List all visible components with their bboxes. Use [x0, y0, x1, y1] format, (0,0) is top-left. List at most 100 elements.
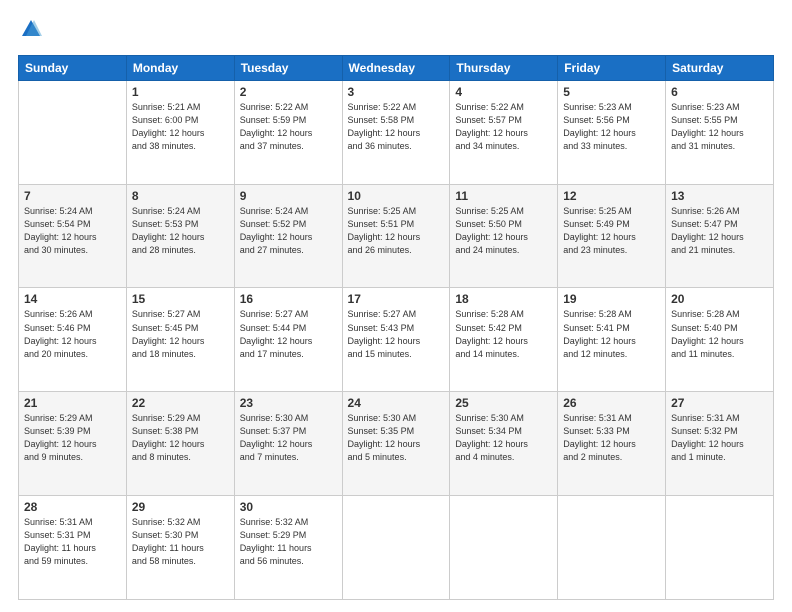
day-number: 20 [671, 292, 768, 306]
day-info: Sunrise: 5:27 AM Sunset: 5:44 PM Dayligh… [240, 308, 337, 360]
day-number: 6 [671, 85, 768, 99]
day-info: Sunrise: 5:28 AM Sunset: 5:42 PM Dayligh… [455, 308, 552, 360]
day-number: 25 [455, 396, 552, 410]
day-number: 5 [563, 85, 660, 99]
day-number: 9 [240, 189, 337, 203]
day-cell: 30 Sunrise: 5:32 AM Sunset: 5:29 PM Dayli… [234, 496, 342, 600]
day-cell: 6 Sunrise: 5:23 AM Sunset: 5:55 PM Daylig… [666, 80, 774, 184]
day-cell: 8Sunrise: 5:24 AM Sunset: 5:53 PM Daylig… [126, 184, 234, 288]
day-info: Sunrise: 5:30 AM Sunset: 5:35 PM Dayligh… [348, 412, 445, 464]
day-info: Sunrise: 5:23 AM Sunset: 5:55 PM Dayligh… [671, 101, 768, 153]
week-row-3: 21Sunrise: 5:29 AM Sunset: 5:39 PM Dayli… [19, 392, 774, 496]
logo-icon [20, 18, 42, 40]
day-cell: 23 Sunrise: 5:30 AM Sunset: 5:37 PM Dayli… [234, 392, 342, 496]
day-cell: 16 Sunrise: 5:27 AM Sunset: 5:44 PM Dayli… [234, 288, 342, 392]
day-info: Sunrise: 5:26 AM Sunset: 5:47 PM Dayligh… [671, 205, 768, 257]
day-number: 13 [671, 189, 768, 203]
day-number: 2 [240, 85, 337, 99]
day-cell: 20 Sunrise: 5:28 AM Sunset: 5:40 PM Dayli… [666, 288, 774, 392]
day-cell [450, 496, 558, 600]
day-cell: 5 Sunrise: 5:23 AM Sunset: 5:56 PM Daylig… [558, 80, 666, 184]
day-info: Sunrise: 5:30 AM Sunset: 5:37 PM Dayligh… [240, 412, 337, 464]
day-cell: 19 Sunrise: 5:28 AM Sunset: 5:41 PM Dayli… [558, 288, 666, 392]
day-number: 28 [24, 500, 121, 514]
day-cell: 22 Sunrise: 5:29 AM Sunset: 5:38 PM Dayli… [126, 392, 234, 496]
day-cell: 15 Sunrise: 5:27 AM Sunset: 5:45 PM Dayli… [126, 288, 234, 392]
col-header-friday: Friday [558, 55, 666, 80]
day-number: 17 [348, 292, 445, 306]
day-cell [666, 496, 774, 600]
day-number: 11 [455, 189, 552, 203]
day-number: 10 [348, 189, 445, 203]
header [18, 18, 774, 45]
day-info: Sunrise: 5:27 AM Sunset: 5:45 PM Dayligh… [132, 308, 229, 360]
day-info: Sunrise: 5:26 AM Sunset: 5:46 PM Dayligh… [24, 308, 121, 360]
day-cell: 1 Sunrise: 5:21 AM Sunset: 6:00 PM Daylig… [126, 80, 234, 184]
day-number: 21 [24, 396, 121, 410]
day-cell: 11Sunrise: 5:25 AM Sunset: 5:50 PM Dayli… [450, 184, 558, 288]
day-number: 16 [240, 292, 337, 306]
day-number: 14 [24, 292, 121, 306]
day-info: Sunrise: 5:32 AM Sunset: 5:30 PM Dayligh… [132, 516, 229, 568]
day-cell: 28 Sunrise: 5:31 AM Sunset: 5:31 PM Dayli… [19, 496, 127, 600]
day-info: Sunrise: 5:24 AM Sunset: 5:54 PM Dayligh… [24, 205, 121, 257]
day-number: 3 [348, 85, 445, 99]
day-number: 22 [132, 396, 229, 410]
day-info: Sunrise: 5:23 AM Sunset: 5:56 PM Dayligh… [563, 101, 660, 153]
day-cell: 4 Sunrise: 5:22 AM Sunset: 5:57 PM Daylig… [450, 80, 558, 184]
day-info: Sunrise: 5:31 AM Sunset: 5:31 PM Dayligh… [24, 516, 121, 568]
day-number: 15 [132, 292, 229, 306]
day-info: Sunrise: 5:21 AM Sunset: 6:00 PM Dayligh… [132, 101, 229, 153]
day-number: 8 [132, 189, 229, 203]
day-cell: 25 Sunrise: 5:30 AM Sunset: 5:34 PM Dayli… [450, 392, 558, 496]
day-info: Sunrise: 5:22 AM Sunset: 5:58 PM Dayligh… [348, 101, 445, 153]
day-number: 23 [240, 396, 337, 410]
day-cell [19, 80, 127, 184]
day-cell: 26 Sunrise: 5:31 AM Sunset: 5:33 PM Dayli… [558, 392, 666, 496]
logo [18, 18, 42, 45]
day-number: 29 [132, 500, 229, 514]
day-cell: 10 Sunrise: 5:25 AM Sunset: 5:51 PM Dayli… [342, 184, 450, 288]
day-info: Sunrise: 5:28 AM Sunset: 5:40 PM Dayligh… [671, 308, 768, 360]
day-info: Sunrise: 5:25 AM Sunset: 5:51 PM Dayligh… [348, 205, 445, 257]
day-number: 18 [455, 292, 552, 306]
page: SundayMondayTuesdayWednesdayThursdayFrid… [0, 0, 792, 612]
week-row-4: 28 Sunrise: 5:31 AM Sunset: 5:31 PM Dayli… [19, 496, 774, 600]
day-info: Sunrise: 5:22 AM Sunset: 5:57 PM Dayligh… [455, 101, 552, 153]
col-header-monday: Monday [126, 55, 234, 80]
col-header-saturday: Saturday [666, 55, 774, 80]
day-number: 24 [348, 396, 445, 410]
col-header-sunday: Sunday [19, 55, 127, 80]
col-header-tuesday: Tuesday [234, 55, 342, 80]
day-cell: 9 Sunrise: 5:24 AM Sunset: 5:52 PM Daylig… [234, 184, 342, 288]
day-cell: 21Sunrise: 5:29 AM Sunset: 5:39 PM Dayli… [19, 392, 127, 496]
day-number: 7 [24, 189, 121, 203]
calendar-table: SundayMondayTuesdayWednesdayThursdayFrid… [18, 55, 774, 600]
day-number: 4 [455, 85, 552, 99]
day-info: Sunrise: 5:32 AM Sunset: 5:29 PM Dayligh… [240, 516, 337, 568]
day-info: Sunrise: 5:28 AM Sunset: 5:41 PM Dayligh… [563, 308, 660, 360]
day-info: Sunrise: 5:22 AM Sunset: 5:59 PM Dayligh… [240, 101, 337, 153]
day-cell [558, 496, 666, 600]
col-header-wednesday: Wednesday [342, 55, 450, 80]
col-header-thursday: Thursday [450, 55, 558, 80]
day-cell: 14 Sunrise: 5:26 AM Sunset: 5:46 PM Dayli… [19, 288, 127, 392]
day-cell [342, 496, 450, 600]
day-number: 19 [563, 292, 660, 306]
day-number: 1 [132, 85, 229, 99]
day-cell: 24 Sunrise: 5:30 AM Sunset: 5:35 PM Dayli… [342, 392, 450, 496]
day-number: 27 [671, 396, 768, 410]
day-info: Sunrise: 5:24 AM Sunset: 5:52 PM Dayligh… [240, 205, 337, 257]
day-number: 26 [563, 396, 660, 410]
day-cell: 29 Sunrise: 5:32 AM Sunset: 5:30 PM Dayli… [126, 496, 234, 600]
day-cell: 3 Sunrise: 5:22 AM Sunset: 5:58 PM Daylig… [342, 80, 450, 184]
day-info: Sunrise: 5:29 AM Sunset: 5:38 PM Dayligh… [132, 412, 229, 464]
day-cell: 18 Sunrise: 5:28 AM Sunset: 5:42 PM Dayli… [450, 288, 558, 392]
day-cell: 17Sunrise: 5:27 AM Sunset: 5:43 PM Dayli… [342, 288, 450, 392]
day-info: Sunrise: 5:31 AM Sunset: 5:33 PM Dayligh… [563, 412, 660, 464]
day-cell: 13 Sunrise: 5:26 AM Sunset: 5:47 PM Dayli… [666, 184, 774, 288]
logo-text [18, 18, 42, 45]
day-number: 30 [240, 500, 337, 514]
day-cell: 7 Sunrise: 5:24 AM Sunset: 5:54 PM Daylig… [19, 184, 127, 288]
day-info: Sunrise: 5:30 AM Sunset: 5:34 PM Dayligh… [455, 412, 552, 464]
